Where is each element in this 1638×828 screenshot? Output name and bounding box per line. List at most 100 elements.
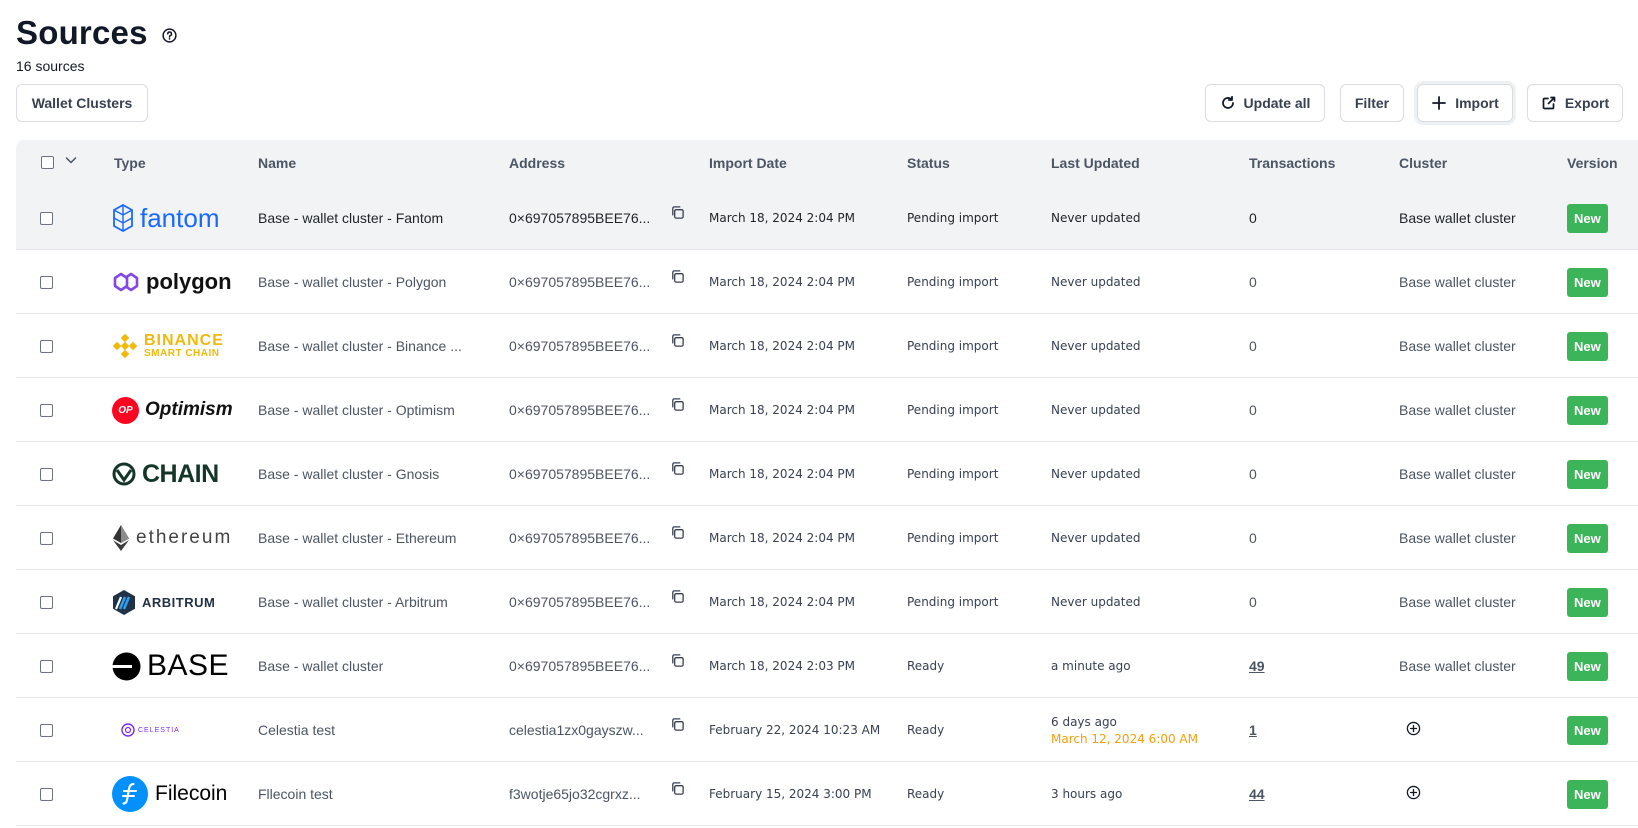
transactions-cell[interactable]: 49 <box>1249 634 1265 698</box>
gnosis-chain-logo: CHAIN <box>112 460 219 489</box>
ethereum-icon <box>113 525 129 551</box>
transactions-cell: 0 <box>1249 378 1257 442</box>
table-row[interactable]: CHAIN Base - wallet cluster - Gnosis 0×6… <box>16 442 1638 506</box>
transactions-cell[interactable]: 1 <box>1249 698 1257 762</box>
help-icon[interactable] <box>162 27 177 43</box>
last-updated-text: Never updated <box>1051 339 1141 353</box>
polygon-icon <box>113 272 139 292</box>
transactions-link[interactable]: 44 <box>1249 786 1265 802</box>
fantom-wordmark: fantom <box>140 202 220 233</box>
row-checkbox[interactable] <box>40 467 53 481</box>
status-cell: Pending import <box>907 339 999 353</box>
page-title: Sources <box>16 14 148 51</box>
transactions-link[interactable]: 1 <box>1249 722 1257 738</box>
table-row[interactable]: ethereum Base - wallet cluster - Ethereu… <box>16 506 1638 570</box>
table-row[interactable]: Filecoin Fllecoin test f3wotje65jo32cgrx… <box>16 762 1638 826</box>
name-cell: Fllecoin test <box>258 786 333 802</box>
add-cluster-icon[interactable] <box>1406 721 1421 739</box>
column-header-status[interactable]: Status <box>907 155 950 171</box>
type-cell: CELESTIA <box>112 698 180 762</box>
row-checkbox[interactable] <box>40 275 53 289</box>
transactions-count: 0 <box>1249 274 1257 290</box>
transactions-link[interactable]: 49 <box>1249 658 1265 674</box>
copy-icon[interactable] <box>670 628 685 692</box>
add-cluster-icon[interactable] <box>1406 785 1421 803</box>
optimism-icon: OP <box>112 396 139 424</box>
table-row[interactable]: CELESTIA Celestia test celestia1zx0gaysz… <box>16 698 1638 762</box>
table-row[interactable]: fantom Base - wallet cluster - Fantom 0×… <box>16 186 1638 250</box>
copy-icon[interactable] <box>670 244 685 308</box>
transactions-cell: 0 <box>1249 570 1257 634</box>
copy-icon[interactable] <box>670 564 685 628</box>
row-checkbox[interactable] <box>40 211 53 225</box>
column-header-cluster[interactable]: Cluster <box>1399 155 1447 171</box>
row-checkbox[interactable] <box>40 659 53 673</box>
copy-icon[interactable] <box>670 436 685 500</box>
column-header-last-updated[interactable]: Last Updated <box>1051 155 1140 171</box>
filter-button[interactable]: Filter <box>1340 84 1404 122</box>
row-checkbox-cell <box>40 250 53 314</box>
row-checkbox-cell <box>40 698 53 762</box>
copy-icon[interactable] <box>670 500 685 564</box>
name-cell: Base - wallet cluster - Binance ... <box>258 338 462 354</box>
status-cell: Ready <box>907 723 945 737</box>
row-checkbox[interactable] <box>40 723 53 737</box>
copy-icon[interactable] <box>670 308 685 372</box>
last-updated-cell: Never updated <box>1051 442 1141 506</box>
table-row[interactable]: ARBITRUM Base - wallet cluster - Arbitru… <box>16 570 1638 634</box>
table-body: fantom Base - wallet cluster - Fantom 0×… <box>16 186 1638 826</box>
version-badge: New <box>1567 715 1608 745</box>
column-header-type[interactable]: Type <box>114 155 146 171</box>
address-cell: 0×697057895BEE76... <box>509 658 651 674</box>
source-count: 16 sources <box>16 58 85 74</box>
cluster-cell: Base wallet cluster <box>1399 570 1516 634</box>
arbitrum-wordmark: ARBITRUM <box>142 594 216 610</box>
row-checkbox[interactable] <box>40 787 53 801</box>
type-cell: ethereum <box>112 506 232 570</box>
last-updated-text: Never updated <box>1051 211 1141 225</box>
base-icon <box>112 652 141 680</box>
binance-logo: BINANCE SMART CHAIN <box>112 333 224 359</box>
transactions-count: 0 <box>1249 338 1257 354</box>
row-checkbox[interactable] <box>40 403 53 417</box>
import-button[interactable]: Import <box>1417 84 1513 122</box>
row-checkbox[interactable] <box>40 339 53 353</box>
binance-wordmark-top: BINANCE <box>144 332 224 349</box>
column-header-address[interactable]: Address <box>509 155 565 171</box>
table-row[interactable]: BINANCE SMART CHAIN Base - wallet cluste… <box>16 314 1638 378</box>
gnosis-chain-wordmark: CHAIN <box>142 459 219 488</box>
export-button[interactable]: Export <box>1527 84 1623 122</box>
type-cell: Filecoin <box>112 762 227 826</box>
select-all-checkbox[interactable] <box>41 156 54 169</box>
wallet-clusters-button[interactable]: Wallet Clusters <box>16 84 148 122</box>
chevron-down-icon[interactable] <box>64 153 78 172</box>
version-badge: New <box>1567 267 1608 297</box>
status-cell: Pending import <box>907 467 999 481</box>
address-cell: 0×697057895BEE76... <box>509 402 651 418</box>
transactions-cell: 0 <box>1249 314 1257 378</box>
last-updated-text: Never updated <box>1051 467 1141 481</box>
table-row[interactable]: polygon Base - wallet cluster - Polygon … <box>16 250 1638 314</box>
column-header-name[interactable]: Name <box>258 155 296 171</box>
copy-icon[interactable] <box>670 756 685 820</box>
copy-icon[interactable] <box>670 692 685 756</box>
copy-icon[interactable] <box>670 372 685 436</box>
column-header-transactions[interactable]: Transactions <box>1249 155 1335 171</box>
import-date-cell: March 18, 2024 2:04 PM <box>709 531 855 545</box>
row-checkbox[interactable] <box>40 531 53 545</box>
filecoin-wordmark: Filecoin <box>155 782 228 805</box>
version-badge: New <box>1567 395 1608 425</box>
transactions-count: 0 <box>1249 210 1257 226</box>
last-updated-cell: Never updated <box>1051 186 1141 250</box>
name-cell: Base - wallet cluster - Polygon <box>258 274 447 290</box>
transactions-cell[interactable]: 44 <box>1249 762 1265 826</box>
update-all-button[interactable]: Update all <box>1205 84 1325 122</box>
table-row[interactable]: OP Optimism Base - wallet cluster - Opti… <box>16 378 1638 442</box>
column-header-version[interactable]: Version <box>1567 155 1618 171</box>
version-cell: New <box>1567 250 1608 314</box>
row-checkbox[interactable] <box>40 595 53 609</box>
copy-icon[interactable] <box>670 180 685 244</box>
column-header-import-date[interactable]: Import Date <box>709 155 787 171</box>
table-row[interactable]: BASE Base - wallet cluster 0×697057895BE… <box>16 634 1638 698</box>
optimism-logo: OP Optimism <box>112 396 233 424</box>
